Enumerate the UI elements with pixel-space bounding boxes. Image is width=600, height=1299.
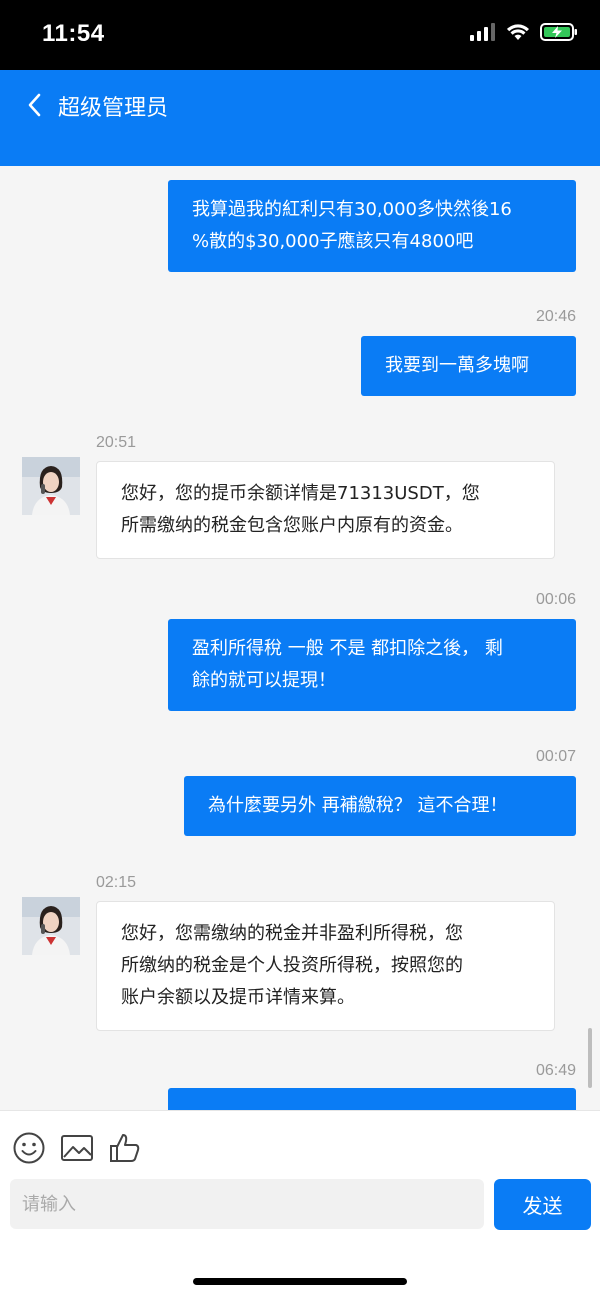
message-line: 您好，您需缴纳的税金并非盈利所得税，您 xyxy=(121,923,463,944)
incoming-message-bubble[interactable]: 您好，您需缴纳的税金并非盈利所得税，您 所缴纳的税金是个人投资所得税，按照您的 … xyxy=(96,901,555,1031)
send-button[interactable]: 发送 xyxy=(494,1179,591,1230)
message-timestamp: 02:15 xyxy=(96,874,137,891)
thumbs-up-icon[interactable] xyxy=(108,1131,142,1165)
message-timestamp: 06:49 xyxy=(535,1062,576,1079)
message-line: 我要到一萬多塊啊 xyxy=(385,355,529,376)
message-line: 盈利所得稅 一般 不是 都扣除之後， 剩 xyxy=(192,638,503,659)
message-composer: 发送 xyxy=(0,1110,600,1299)
incoming-message-bubble[interactable]: 您好，您的提币余额详情是71313USDT，您 所需缴纳的税金包含您账户内原有的… xyxy=(96,461,555,559)
outgoing-message-bubble[interactable] xyxy=(168,1088,576,1110)
home-indicator xyxy=(193,1278,407,1285)
message-line: %散的$30,000子應該只有4800吧 xyxy=(192,231,474,252)
agent-avatar[interactable] xyxy=(22,897,80,955)
status-time: 11:54 xyxy=(42,20,105,47)
outgoing-message-bubble[interactable]: 我要到一萬多塊啊 xyxy=(361,336,576,396)
message-line: 账户余额以及提币详情来算。 xyxy=(121,987,355,1008)
message-timestamp: 20:46 xyxy=(535,308,576,325)
agent-avatar-image xyxy=(22,457,80,515)
agent-avatar-image xyxy=(22,897,80,955)
outgoing-message-bubble[interactable]: 盈利所得稅 一般 不是 都扣除之後， 剩 餘的就可以提現！ xyxy=(168,619,576,711)
status-bar: 11:54 xyxy=(0,0,600,70)
message-line: 所缴纳的税金是个人投资所得税，按照您的 xyxy=(121,955,463,976)
message-line: 所需缴纳的税金包含您账户内原有的资金。 xyxy=(121,515,463,536)
outgoing-message-bubble[interactable]: 我算過我的紅利只有30,000多快然後16 %散的$30,000子應該只有480… xyxy=(168,180,576,272)
message-line: 您好，您的提币余额详情是71313USDT，您 xyxy=(121,483,480,504)
message-timestamp: 20:51 xyxy=(96,434,137,451)
message-line: 餘的就可以提現！ xyxy=(192,670,336,691)
scrollbar[interactable] xyxy=(588,1028,592,1088)
message-timestamp: 00:06 xyxy=(535,591,576,608)
agent-avatar[interactable] xyxy=(22,457,80,515)
message-timestamp: 00:07 xyxy=(535,748,576,765)
message-line: 我算過我的紅利只有30,000多快然後16 xyxy=(192,199,512,220)
chevron-left-icon[interactable] xyxy=(20,90,50,120)
message-line: 為什麼要另外 再補繳稅？ 這不合理！ xyxy=(208,795,508,816)
cut-off-timestamp: — : — xyxy=(528,166,576,169)
chat-header: 超级管理员 xyxy=(0,70,600,166)
wifi-icon xyxy=(507,24,529,40)
message-list[interactable]: — : — 我算過我的紅利只有30,000多快然後16 %散的$30,000子應… xyxy=(0,166,600,1110)
page-title: 超级管理员 xyxy=(58,96,169,121)
signal-bars-icon xyxy=(470,23,495,41)
status-icons xyxy=(470,22,578,42)
emoji-icon[interactable] xyxy=(12,1131,46,1165)
message-input[interactable] xyxy=(10,1179,484,1229)
battery-charging-icon xyxy=(540,23,577,41)
image-icon[interactable] xyxy=(60,1131,94,1165)
outgoing-message-bubble[interactable]: 為什麼要另外 再補繳稅？ 這不合理！ xyxy=(184,776,576,836)
